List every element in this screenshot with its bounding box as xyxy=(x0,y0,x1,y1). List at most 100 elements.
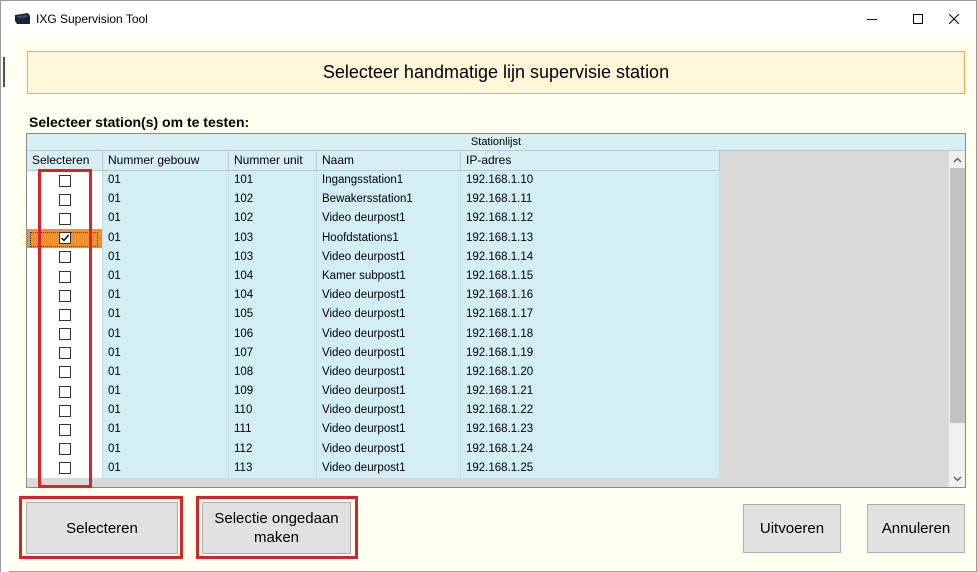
building-cell[interactable]: 01 xyxy=(103,401,229,421)
column-header-building[interactable]: Nummer gebouw xyxy=(103,151,229,171)
ip-cell[interactable]: 192.168.1.22 xyxy=(461,401,720,421)
name-cell[interactable]: Video deurpost1 xyxy=(317,209,461,229)
building-cell[interactable]: 01 xyxy=(103,209,229,229)
scroll-down-button[interactable] xyxy=(949,470,965,487)
unit-cell[interactable]: 103 xyxy=(229,247,317,267)
table-row[interactable]: 01 103 Video deurpost1 192.168.1.14 xyxy=(27,247,720,267)
ip-cell[interactable]: 192.168.1.17 xyxy=(461,305,720,325)
name-cell[interactable]: Video deurpost1 xyxy=(317,362,461,383)
column-header-select[interactable]: Selecteren xyxy=(27,151,103,171)
unit-cell[interactable]: 102 xyxy=(229,190,317,210)
station-list-grid[interactable]: Stationlijst Selecteren Nummer gebouw Nu… xyxy=(26,133,966,488)
ip-cell[interactable]: 192.168.1.11 xyxy=(461,190,720,210)
unit-cell[interactable]: 102 xyxy=(229,209,317,229)
table-row[interactable]: 01 111 Video deurpost1 192.168.1.23 xyxy=(27,420,720,440)
table-row[interactable]: 01 106 Video deurpost1 192.168.1.18 xyxy=(27,324,720,344)
window-left-edge xyxy=(1,37,9,572)
building-cell[interactable]: 01 xyxy=(103,343,229,363)
table-row[interactable]: 01 102 Video deurpost1 192.168.1.12 xyxy=(27,209,720,229)
name-cell[interactable]: Video deurpost1 xyxy=(317,401,461,421)
unit-cell[interactable]: 106 xyxy=(229,324,317,344)
table-row[interactable]: 01 101 Ingangsstation1 192.168.1.10 xyxy=(27,171,720,191)
building-cell[interactable]: 01 xyxy=(103,171,229,191)
name-cell[interactable]: Video deurpost1 xyxy=(317,247,461,267)
name-cell[interactable]: Kamer subpost1 xyxy=(317,266,461,287)
table-row[interactable]: 01 103 Hoofdstations1 192.168.1.13 xyxy=(27,228,720,248)
scroll-up-button[interactable] xyxy=(949,151,965,168)
checkbox-column-highlight xyxy=(38,169,92,488)
ip-cell[interactable]: 192.168.1.19 xyxy=(461,343,720,363)
unit-cell[interactable]: 107 xyxy=(229,343,317,363)
table-row[interactable]: 01 109 Video deurpost1 192.168.1.21 xyxy=(27,382,720,402)
unit-cell[interactable]: 113 xyxy=(229,458,317,478)
edge-marker xyxy=(3,57,5,87)
unit-cell[interactable]: 112 xyxy=(229,439,317,459)
name-cell[interactable]: Video deurpost1 xyxy=(317,324,461,344)
name-cell[interactable]: Video deurpost1 xyxy=(317,305,461,325)
name-cell[interactable]: Video deurpost1 xyxy=(317,420,461,440)
column-header-unit[interactable]: Nummer unit xyxy=(229,151,317,171)
building-cell[interactable]: 01 xyxy=(103,190,229,210)
ip-cell[interactable]: 192.168.1.13 xyxy=(461,228,720,248)
table-row[interactable]: 01 104 Video deurpost1 192.168.1.16 xyxy=(27,286,720,306)
ip-cell[interactable]: 192.168.1.12 xyxy=(461,209,720,229)
building-cell[interactable]: 01 xyxy=(103,458,229,478)
app-logo-icon xyxy=(15,13,30,24)
unit-cell[interactable]: 109 xyxy=(229,382,317,402)
table-row[interactable]: 01 110 Video deurpost1 192.168.1.22 xyxy=(27,401,720,421)
building-cell[interactable]: 01 xyxy=(103,305,229,325)
cancel-button[interactable]: Annuleren xyxy=(867,504,965,553)
building-cell[interactable]: 01 xyxy=(103,228,229,248)
ip-cell[interactable]: 192.168.1.21 xyxy=(461,382,720,402)
title-bar[interactable]: IXG Supervision Tool xyxy=(1,1,976,37)
unit-cell[interactable]: 104 xyxy=(229,266,317,287)
unit-cell[interactable]: 104 xyxy=(229,286,317,306)
name-cell[interactable]: Video deurpost1 xyxy=(317,343,461,363)
building-cell[interactable]: 01 xyxy=(103,382,229,402)
unit-cell[interactable]: 103 xyxy=(229,228,317,248)
unit-cell[interactable]: 108 xyxy=(229,362,317,383)
building-cell[interactable]: 01 xyxy=(103,420,229,440)
unit-cell[interactable]: 105 xyxy=(229,305,317,325)
column-header-name[interactable]: Naam xyxy=(317,151,461,171)
vertical-scrollbar[interactable] xyxy=(949,151,965,487)
unit-cell[interactable]: 110 xyxy=(229,401,317,421)
execute-button[interactable]: Uitvoeren xyxy=(743,504,841,553)
minimize-button[interactable] xyxy=(849,1,895,37)
grid-header-row: Selecteren Nummer gebouw Nummer unit Naa… xyxy=(27,151,720,171)
table-row[interactable]: 01 102 Bewakersstation1 192.168.1.11 xyxy=(27,190,720,210)
name-cell[interactable]: Bewakersstation1 xyxy=(317,190,461,210)
table-row[interactable]: 01 112 Video deurpost1 192.168.1.24 xyxy=(27,439,720,459)
close-button[interactable] xyxy=(931,1,977,37)
building-cell[interactable]: 01 xyxy=(103,439,229,459)
ip-cell[interactable]: 192.168.1.24 xyxy=(461,439,720,459)
ip-cell[interactable]: 192.168.1.16 xyxy=(461,286,720,306)
table-row[interactable]: 01 113 Video deurpost1 192.168.1.25 xyxy=(27,458,720,478)
name-cell[interactable]: Video deurpost1 xyxy=(317,458,461,478)
table-row[interactable]: 01 104 Kamer subpost1 192.168.1.15 xyxy=(27,266,720,287)
ip-cell[interactable]: 192.168.1.14 xyxy=(461,247,720,267)
ip-cell[interactable]: 192.168.1.23 xyxy=(461,420,720,440)
name-cell[interactable]: Video deurpost1 xyxy=(317,439,461,459)
name-cell[interactable]: Hoofdstations1 xyxy=(317,228,461,248)
name-cell[interactable]: Ingangsstation1 xyxy=(317,171,461,191)
table-row[interactable]: 01 105 Video deurpost1 192.168.1.17 xyxy=(27,305,720,325)
building-cell[interactable]: 01 xyxy=(103,247,229,267)
scroll-thumb[interactable] xyxy=(950,168,965,423)
name-cell[interactable]: Video deurpost1 xyxy=(317,382,461,402)
building-cell[interactable]: 01 xyxy=(103,362,229,383)
building-cell[interactable]: 01 xyxy=(103,286,229,306)
unit-cell[interactable]: 111 xyxy=(229,420,317,440)
table-row[interactable]: 01 108 Video deurpost1 192.168.1.20 xyxy=(27,362,720,383)
ip-cell[interactable]: 192.168.1.25 xyxy=(461,458,720,478)
building-cell[interactable]: 01 xyxy=(103,324,229,344)
column-header-ip[interactable]: IP-adres xyxy=(461,151,720,171)
name-cell[interactable]: Video deurpost1 xyxy=(317,286,461,306)
ip-cell[interactable]: 192.168.1.20 xyxy=(461,362,720,383)
building-cell[interactable]: 01 xyxy=(103,266,229,287)
ip-cell[interactable]: 192.168.1.10 xyxy=(461,171,720,191)
table-row[interactable]: 01 107 Video deurpost1 192.168.1.19 xyxy=(27,343,720,363)
unit-cell[interactable]: 101 xyxy=(229,171,317,191)
ip-cell[interactable]: 192.168.1.18 xyxy=(461,324,720,344)
ip-cell[interactable]: 192.168.1.15 xyxy=(461,266,720,287)
